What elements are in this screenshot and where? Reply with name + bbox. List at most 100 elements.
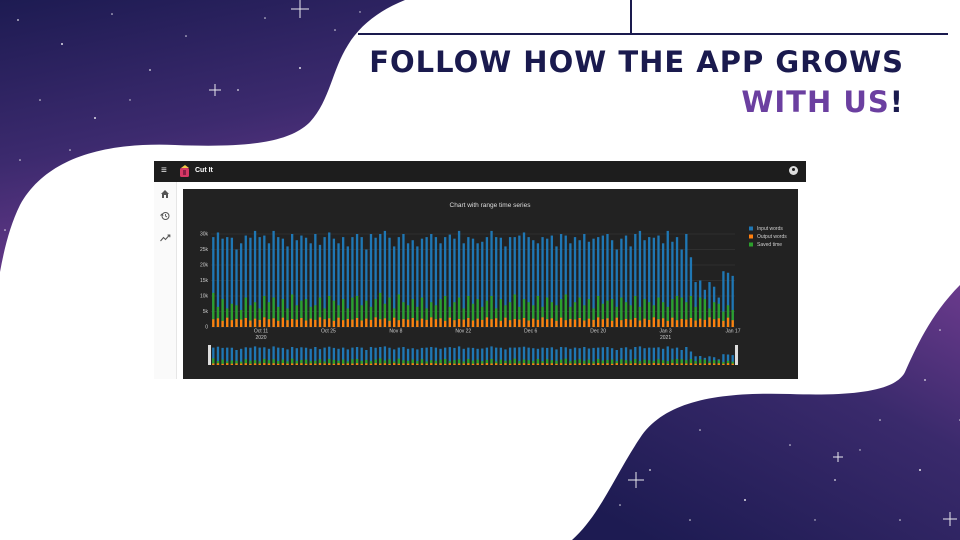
range-slider-right-handle[interactable] <box>735 345 738 365</box>
bar-1[interactable] <box>360 320 363 327</box>
bar-1[interactable] <box>703 319 707 327</box>
bar-1[interactable] <box>532 318 535 327</box>
bar-1[interactable] <box>699 318 702 327</box>
bar-1[interactable] <box>624 318 628 327</box>
bar-1[interactable] <box>249 320 252 327</box>
legend-swatch[interactable] <box>749 234 753 239</box>
bar-1[interactable] <box>685 319 688 327</box>
bar-1[interactable] <box>444 320 447 327</box>
bar-1[interactable] <box>467 318 470 327</box>
bar-1[interactable] <box>722 320 725 327</box>
bar-1[interactable] <box>425 319 428 327</box>
legend-label[interactable]: Output words <box>757 234 787 240</box>
bar-1[interactable] <box>541 317 544 327</box>
bar-1[interactable] <box>657 319 660 327</box>
bar-1[interactable] <box>309 318 312 327</box>
menu-icon[interactable]: ≡ <box>161 165 167 177</box>
bar-1[interactable] <box>583 320 586 327</box>
bar-1[interactable] <box>406 319 410 327</box>
bar-1[interactable] <box>244 318 247 327</box>
legend-label[interactable]: Saved time <box>757 242 782 248</box>
bar-1[interactable] <box>481 319 484 327</box>
bar-1[interactable] <box>235 318 238 327</box>
bar-1[interactable] <box>717 318 720 327</box>
bar-1[interactable] <box>522 318 526 327</box>
bar-1[interactable] <box>290 318 294 327</box>
bar-1[interactable] <box>550 318 553 327</box>
bar-1[interactable] <box>508 320 512 327</box>
bar-1[interactable] <box>592 319 595 327</box>
bar-1[interactable] <box>304 320 308 327</box>
bar-1[interactable] <box>536 319 540 327</box>
bar-1[interactable] <box>499 320 502 327</box>
bar-1[interactable] <box>689 318 693 327</box>
bar-1[interactable] <box>675 320 679 327</box>
bar-1[interactable] <box>476 318 479 327</box>
bar-1[interactable] <box>601 319 604 327</box>
bar-1[interactable] <box>286 320 289 327</box>
bar-1[interactable] <box>430 317 433 327</box>
legend-swatch[interactable] <box>749 226 753 231</box>
bar-1[interactable] <box>518 319 521 327</box>
bar-1[interactable] <box>661 318 665 327</box>
bar-1[interactable] <box>597 317 600 327</box>
bar-1[interactable] <box>615 317 618 327</box>
bar-1[interactable] <box>638 320 642 327</box>
bar-1[interactable] <box>712 319 716 327</box>
bar-1[interactable] <box>555 320 558 327</box>
bar-1[interactable] <box>671 317 674 327</box>
bar-1[interactable] <box>513 318 516 327</box>
bar-1[interactable] <box>411 318 414 327</box>
bar-1[interactable] <box>253 318 257 327</box>
bar-1[interactable] <box>342 320 345 327</box>
bar-1[interactable] <box>680 318 683 327</box>
bar-1[interactable] <box>587 318 591 327</box>
bar-1[interactable] <box>726 317 730 327</box>
legend-label[interactable]: Input words <box>757 226 783 232</box>
bar-1[interactable] <box>453 320 456 327</box>
bar-1[interactable] <box>295 319 298 327</box>
bar-1[interactable] <box>569 318 572 327</box>
bar-1[interactable] <box>610 320 614 327</box>
bar-1[interactable] <box>490 319 493 327</box>
nav-history[interactable] <box>157 208 173 224</box>
bar-1[interactable] <box>439 318 442 327</box>
bar-1[interactable] <box>648 319 651 327</box>
bar-1[interactable] <box>323 319 326 327</box>
bar-1[interactable] <box>388 320 391 327</box>
nav-home[interactable] <box>157 186 173 202</box>
bar-1[interactable] <box>216 318 220 327</box>
bar-1[interactable] <box>666 320 669 327</box>
bar-1[interactable] <box>420 318 424 327</box>
bar-1[interactable] <box>708 317 711 327</box>
bar-1[interactable] <box>267 319 271 327</box>
range-slider-left-handle[interactable] <box>208 345 211 365</box>
bar-1[interactable] <box>230 320 234 327</box>
bar-1[interactable] <box>212 319 215 327</box>
bar-1[interactable] <box>495 318 498 327</box>
bar-1[interactable] <box>365 318 368 327</box>
bar-1[interactable] <box>652 317 656 327</box>
bar-1[interactable] <box>434 319 438 327</box>
bar-1[interactable] <box>559 317 563 327</box>
bar-1[interactable] <box>379 319 382 327</box>
bar-1[interactable] <box>226 317 229 327</box>
bar-1[interactable] <box>527 320 530 327</box>
bar-1[interactable] <box>694 320 697 327</box>
bar-1[interactable] <box>397 320 400 327</box>
bar-1[interactable] <box>239 319 243 327</box>
bar-1[interactable] <box>328 318 331 327</box>
bar-1[interactable] <box>277 320 280 327</box>
bar-1[interactable] <box>393 317 396 327</box>
bar-1[interactable] <box>643 318 646 327</box>
bar-1[interactable] <box>402 318 405 327</box>
bar-1[interactable] <box>416 320 419 327</box>
bar-1[interactable] <box>462 319 465 327</box>
bar-1[interactable] <box>504 317 507 327</box>
bar-1[interactable] <box>332 320 336 327</box>
bar-1[interactable] <box>731 320 734 327</box>
bar-1[interactable] <box>351 319 354 327</box>
bar-1[interactable] <box>346 318 349 327</box>
legend-swatch[interactable] <box>749 242 753 247</box>
bar-1[interactable] <box>634 318 637 327</box>
